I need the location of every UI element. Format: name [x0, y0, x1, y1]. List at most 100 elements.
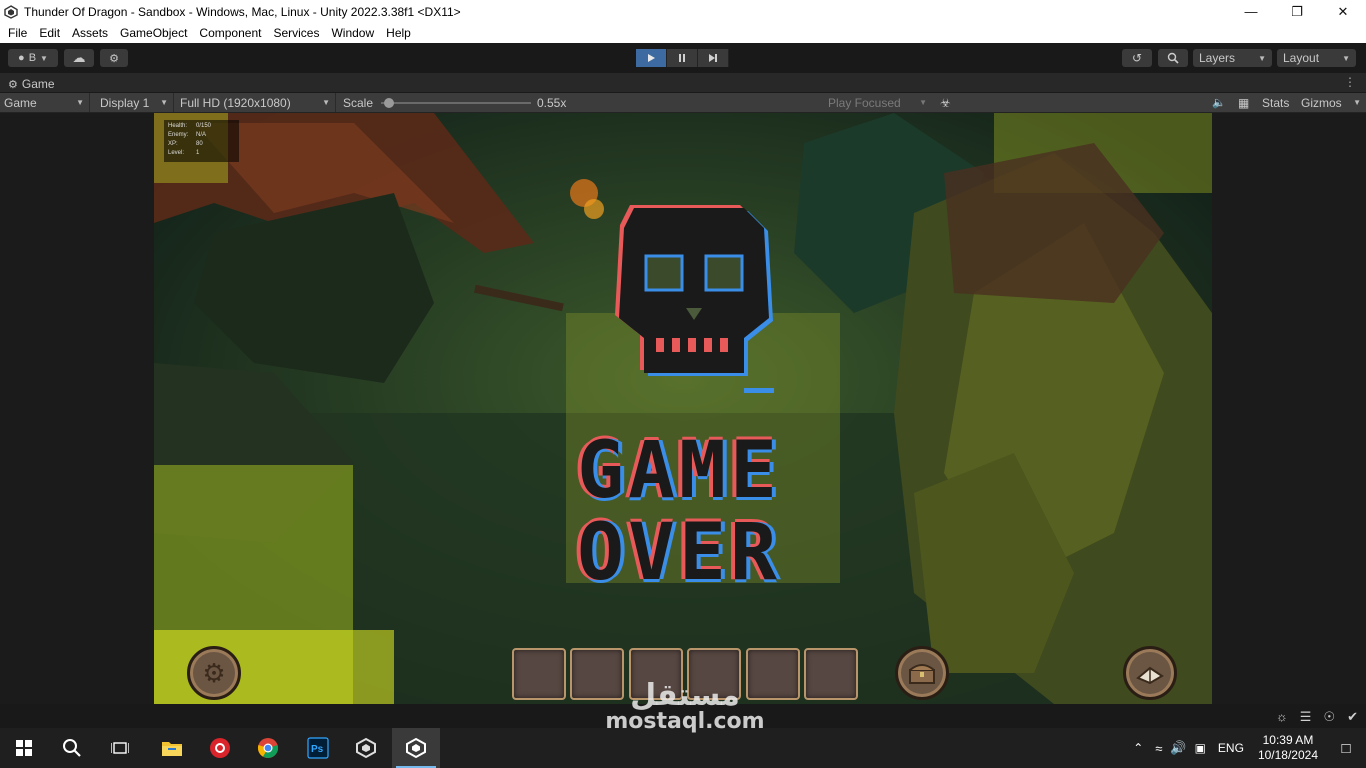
unity-logo-icon: [4, 4, 18, 19]
folder-icon: [162, 742, 182, 756]
search-button[interactable]: [1158, 49, 1188, 67]
scale-slider-handle[interactable]: [384, 98, 394, 108]
stat-row: XP: 80: [168, 140, 235, 149]
game-over-screen: GAME OVER: [499, 188, 859, 598]
chrome-button[interactable]: [244, 728, 292, 768]
tab-game[interactable]: ⚙ Game: [4, 75, 59, 93]
chevron-up-icon[interactable]: ⌃: [1133, 741, 1143, 755]
search-icon: [1167, 52, 1179, 64]
game-over-line1: GAME: [577, 426, 781, 516]
clock[interactable]: 10:39 AM 10/18/2024: [1258, 733, 1318, 763]
stat-key: Level:: [168, 150, 185, 156]
chest-button[interactable]: [895, 646, 949, 700]
resolution-dropdown[interactable]: Full HD (1920x1080) ▼: [176, 93, 336, 112]
scale-control: Scale 0.55x: [339, 93, 579, 112]
wifi-icon[interactable]: ≈: [1155, 741, 1162, 756]
game-scene[interactable]: Health: 0/150 Enemy: N/A XP: 80 Level: 1: [154, 113, 1212, 704]
play-focused-dropdown[interactable]: Play Focused ▼: [824, 93, 932, 112]
chevron-down-icon: ▼: [160, 98, 168, 107]
check-icon[interactable]: ✔: [1347, 709, 1358, 725]
svg-text:Ps: Ps: [311, 744, 324, 755]
task-view-icon: [111, 742, 129, 754]
tab-game-label: Game: [21, 77, 55, 91]
skull-icon: [615, 205, 774, 393]
stat-value: 80: [196, 141, 203, 147]
photoshop-button[interactable]: Ps: [294, 728, 342, 768]
watermark: مستقل mostaql.com: [600, 678, 770, 734]
watermark-latin: mostaql.com: [605, 709, 765, 734]
stats-label: Stats: [1262, 95, 1290, 110]
scale-slider[interactable]: [381, 98, 531, 108]
close-icon[interactable]: ✕: [1320, 0, 1366, 23]
menu-services[interactable]: Services: [267, 26, 325, 40]
play-button[interactable]: [636, 49, 667, 67]
speaker-icon: 🔈: [1212, 97, 1226, 109]
journal-button[interactable]: [1123, 646, 1177, 700]
menu-file[interactable]: File: [2, 26, 33, 40]
step-button[interactable]: [698, 49, 729, 67]
inventory-slot[interactable]: [804, 648, 858, 700]
pause-button[interactable]: [667, 49, 698, 67]
stats-button[interactable]: Stats: [1258, 93, 1296, 112]
language-indicator[interactable]: ENG: [1218, 741, 1244, 755]
chevron-down-icon: ▼: [1353, 98, 1361, 107]
player-stats-panel: Health: 0/150 Enemy: N/A XP: 80 Level: 1: [164, 120, 239, 162]
search-button[interactable]: [48, 728, 96, 768]
inventory-slot[interactable]: [512, 648, 566, 700]
step-icon: [709, 54, 717, 62]
menu-window[interactable]: Window: [325, 26, 380, 40]
start-button[interactable]: [0, 728, 48, 768]
network-icon[interactable]: ▣: [1195, 741, 1206, 755]
menu-gameobject[interactable]: GameObject: [114, 26, 193, 40]
audio-mute-button[interactable]: 🔈: [1208, 93, 1230, 112]
display-dropdown[interactable]: Display 1 ▼: [96, 93, 174, 112]
unity-icon: [356, 737, 376, 759]
package-icon[interactable]: ☰: [1300, 709, 1312, 725]
collab-button[interactable]: ⚙: [100, 49, 128, 67]
file-explorer-button[interactable]: [148, 728, 196, 768]
volume-icon[interactable]: 🔊: [1170, 740, 1186, 756]
clock-date: 10/18/2024: [1257, 748, 1318, 762]
unity-editor-button[interactable]: [392, 728, 440, 768]
stat-row: Health: 0/150: [168, 122, 235, 131]
aspect-button[interactable]: ▦: [1234, 93, 1256, 112]
recorder-app-button[interactable]: [196, 728, 244, 768]
system-tray: ⌃ ≈ 🔊 ▣ ENG 10:39 AM 10/18/2024 □: [1133, 728, 1366, 768]
task-view-button[interactable]: [96, 728, 144, 768]
view-mode-dropdown[interactable]: Game ▼: [0, 93, 90, 112]
cloud-button[interactable]: ☁: [64, 49, 94, 67]
window-controls: — ❐ ✕: [1228, 0, 1366, 23]
layout-dropdown[interactable]: Layout ▼: [1277, 49, 1356, 67]
play-icon: [648, 54, 655, 62]
display-label: Display 1: [100, 95, 150, 110]
settings-button[interactable]: ⚙: [187, 646, 241, 700]
account-dropdown[interactable]: ● B ▼: [8, 49, 58, 67]
menu-bar: File Edit Assets GameObject Component Se…: [0, 23, 1366, 43]
gizmos-dropdown[interactable]: Gizmos ▼: [1297, 93, 1366, 112]
chrome-icon: [257, 738, 279, 758]
network-activity-icon[interactable]: ☼: [1276, 709, 1288, 725]
account-icon: ●: [18, 52, 25, 64]
unity-hub-button[interactable]: [342, 728, 390, 768]
layers-dropdown[interactable]: Layers ▼: [1193, 49, 1272, 67]
bug-icon: ☣: [940, 95, 951, 110]
menu-help[interactable]: Help: [380, 26, 417, 40]
history-button[interactable]: ↺: [1122, 49, 1152, 67]
more-options-icon[interactable]: ⋮: [1344, 75, 1356, 89]
no-debug-icon[interactable]: ☉: [1323, 709, 1335, 725]
play-controls: [636, 49, 729, 67]
menu-component[interactable]: Component: [193, 26, 267, 40]
unity-icon: [406, 737, 426, 759]
main-toolbar: ● B ▼ ☁ ⚙ ↺ Layers ▼ Layout ▼: [0, 43, 1366, 73]
chevron-down-icon: ▼: [1342, 53, 1350, 63]
book-icon: [1136, 666, 1164, 684]
notification-icon[interactable]: □: [1326, 740, 1366, 757]
menu-edit[interactable]: Edit: [33, 26, 66, 40]
chevron-down-icon: ▼: [919, 98, 927, 107]
menu-assets[interactable]: Assets: [66, 26, 114, 40]
cloud-icon: ☁: [72, 50, 86, 65]
minimize-icon[interactable]: —: [1228, 0, 1274, 23]
bug-button[interactable]: ☣: [936, 93, 958, 112]
restore-icon[interactable]: ❐: [1274, 0, 1320, 23]
play-focused-label: Play Focused: [828, 95, 901, 110]
